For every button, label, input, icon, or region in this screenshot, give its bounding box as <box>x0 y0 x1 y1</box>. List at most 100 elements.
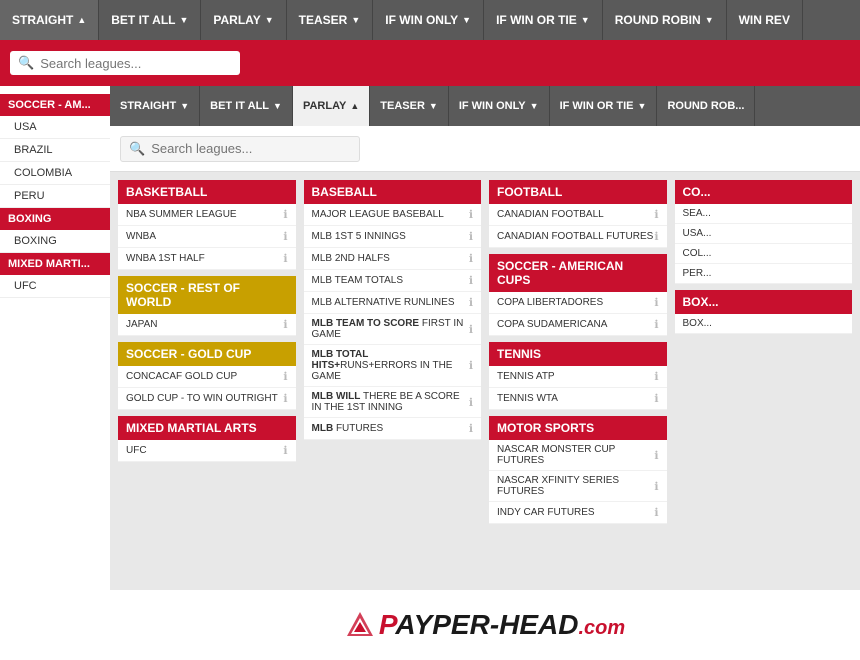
list-item[interactable]: CONCACAF GOLD CUP ℹ <box>118 366 296 388</box>
nav-straight[interactable]: STRAIGHT ▲ <box>0 0 99 40</box>
list-item[interactable]: MLB ALTERNATIVE RUNLINES ℹ <box>304 292 482 314</box>
overlay-nav-round-robin[interactable]: ROUND ROB... <box>657 86 755 126</box>
info-icon: ℹ <box>654 296 658 309</box>
overlay-nav-if-win-or-tie[interactable]: IF WIN OR TIE ▼ <box>550 86 658 126</box>
list-item[interactable]: MLB 2ND HALFS ℹ <box>304 248 482 270</box>
nav-if-win-only[interactable]: IF WIN ONLY ▼ <box>373 0 484 40</box>
info-icon: ℹ <box>469 274 473 287</box>
list-item[interactable]: MLB TOTAL HITS+RUNS+ERRORS IN THE GAME ℹ <box>304 345 482 387</box>
list-item[interactable]: GOLD CUP - TO WIN OUTRIGHT ℹ <box>118 388 296 410</box>
info-icon: ℹ <box>654 318 658 331</box>
info-icon: ℹ <box>469 296 473 309</box>
list-item[interactable]: INDY CAR FUTURES ℹ <box>489 502 667 524</box>
list-item[interactable]: USA... <box>675 224 853 244</box>
nav-round-robin[interactable]: ROUND ROBIN ▼ <box>603 0 727 40</box>
list-item[interactable]: COPA SUDAMERICANA ℹ <box>489 314 667 336</box>
category-boxing-overlay: BOX... <box>675 290 853 314</box>
sidebar-section-soccer-am: SOCCER - AM... <box>0 94 120 116</box>
list-item[interactable]: NASCAR MONSTER CUP FUTURES ℹ <box>489 440 667 471</box>
list-item[interactable]: COPA LIBERTADORES ℹ <box>489 292 667 314</box>
category-soccer-american-cups: SOCCER - AMERICAN CUPS <box>489 254 667 292</box>
sidebar-item-peru[interactable]: PERU <box>0 185 120 208</box>
mma-list: UFC ℹ <box>118 440 296 462</box>
chevron-icon: ▼ <box>180 101 189 111</box>
chevron-icon: ▼ <box>581 15 590 25</box>
nav-bet-it-all-label: BET IT ALL <box>111 13 175 27</box>
sidebar-item-ufc[interactable]: UFC <box>0 275 120 298</box>
info-icon: ℹ <box>469 323 473 336</box>
overlay-col-4: CO... SEA... USA... COL... PER... BOX...… <box>671 176 857 534</box>
logo-text: PAYPER-HEAD.com <box>379 609 625 641</box>
nav-if-win-only-label: IF WIN ONLY <box>385 13 458 27</box>
list-item[interactable]: BOX... <box>675 314 853 334</box>
overlay-nav-parlay[interactable]: PARLAY ▲ <box>293 86 370 126</box>
sidebar-item-colombia[interactable]: COLOMBIA <box>0 162 120 185</box>
list-item[interactable]: TENNIS ATP ℹ <box>489 366 667 388</box>
sidebar-section-mma: MIXED MARTI... <box>0 253 120 275</box>
top-nav-bar: STRAIGHT ▲ BET IT ALL ▼ PARLAY ▼ TEASER … <box>0 0 860 40</box>
category-football-overlay: FOOTBALL <box>489 180 667 204</box>
motor-sports-list: NASCAR MONSTER CUP FUTURES ℹ NASCAR XFIN… <box>489 440 667 524</box>
sidebar-item-boxing[interactable]: BOXING <box>0 230 120 253</box>
logo-main-text: AYPER-HEAD <box>395 609 578 640</box>
nav-win-rev-label: WIN REV <box>739 13 790 27</box>
list-item[interactable]: UFC ℹ <box>118 440 296 462</box>
logo-suffix: .com <box>578 617 625 639</box>
overlay-nav-teaser[interactable]: TEASER ▼ <box>370 86 449 126</box>
list-item[interactable]: COL... <box>675 244 853 264</box>
overlay-nav-bet-it-all-label: BET IT ALL <box>210 100 269 112</box>
list-item[interactable]: NBA SUMMER LEAGUE ℹ <box>118 204 296 226</box>
info-icon: ℹ <box>654 392 658 405</box>
sidebar-item-usa[interactable]: USA <box>0 116 120 139</box>
list-item[interactable]: MLB 1ST 5 INNINGS ℹ <box>304 226 482 248</box>
list-item[interactable]: SEA... <box>675 204 853 224</box>
nav-round-robin-label: ROUND ROBIN <box>615 13 701 27</box>
nav-parlay-label: PARLAY <box>213 13 260 27</box>
search-input-outer[interactable] <box>40 56 232 71</box>
college-football-list-overlay: SEA... USA... COL... PER... <box>675 204 853 284</box>
overlay-nav-bet-it-all[interactable]: BET IT ALL ▼ <box>200 86 293 126</box>
category-mma: MIXED MARTIAL ARTS <box>118 416 296 440</box>
list-item[interactable]: MLB TEAM TOTALS ℹ <box>304 270 482 292</box>
list-item[interactable]: MLB TEAM TO SCORE FIRST IN GAME ℹ <box>304 314 482 345</box>
nav-if-win-or-tie[interactable]: IF WIN OR TIE ▼ <box>484 0 603 40</box>
list-item[interactable]: MLB WILL THERE BE A SCORE IN THE 1ST INN… <box>304 387 482 418</box>
info-icon: ℹ <box>283 444 287 457</box>
list-item[interactable]: CANADIAN FOOTBALL FUTURES ℹ <box>489 226 667 248</box>
overlay-search-input[interactable] <box>151 141 351 156</box>
nav-parlay[interactable]: PARLAY ▼ <box>201 0 286 40</box>
category-baseball-overlay: BASEBALL <box>304 180 482 204</box>
list-item[interactable]: PER... <box>675 264 853 284</box>
main-content: SOCCER - AM... USA BRAZIL COLOMBIA PERU … <box>0 86 860 660</box>
info-icon: ℹ <box>654 208 658 221</box>
soccer-row-list: JAPAN ℹ <box>118 314 296 336</box>
overlay-nav-if-win-only[interactable]: IF WIN ONLY ▼ <box>449 86 550 126</box>
sidebar-item-brazil[interactable]: BRAZIL <box>0 139 120 162</box>
nav-teaser[interactable]: TEASER ▼ <box>287 0 374 40</box>
overlay-nav-straight[interactable]: STRAIGHT ▼ <box>110 86 200 126</box>
overlay-nav: STRAIGHT ▼ BET IT ALL ▼ PARLAY ▲ TEASER … <box>110 86 860 126</box>
nav-win-rev[interactable]: WIN REV <box>727 0 803 40</box>
info-icon: ℹ <box>654 230 658 243</box>
search-bar-outer: 🔍 <box>0 40 860 86</box>
list-item[interactable]: JAPAN ℹ <box>118 314 296 336</box>
info-icon: ℹ <box>469 252 473 265</box>
overlay-nav-parlay-label: PARLAY <box>303 100 346 112</box>
list-item[interactable]: NASCAR XFINITY SERIES FUTURES ℹ <box>489 471 667 502</box>
list-item[interactable]: CANADIAN FOOTBALL ℹ <box>489 204 667 226</box>
list-item[interactable]: WNBA ℹ <box>118 226 296 248</box>
soccer-gold-cup-list: CONCACAF GOLD CUP ℹ GOLD CUP - TO WIN OU… <box>118 366 296 410</box>
info-icon: ℹ <box>469 396 473 409</box>
nav-teaser-label: TEASER <box>299 13 348 27</box>
list-item[interactable]: MLB FUTURES ℹ <box>304 418 482 440</box>
overlay-nav-if-win-only-label: IF WIN ONLY <box>459 100 526 112</box>
list-item[interactable]: MAJOR LEAGUE BASEBALL ℹ <box>304 204 482 226</box>
nav-bet-it-all[interactable]: BET IT ALL ▼ <box>99 0 201 40</box>
search-icon: 🔍 <box>18 55 34 71</box>
list-item[interactable]: TENNIS WTA ℹ <box>489 388 667 410</box>
boxing-list-overlay: BOX... <box>675 314 853 334</box>
category-soccer-rest-of-world: SOCCER - REST OF WORLD <box>118 276 296 314</box>
chevron-icon: ▼ <box>265 15 274 25</box>
list-item[interactable]: WNBA 1ST HALF ℹ <box>118 248 296 270</box>
search-wrap-outer: 🔍 <box>10 51 240 75</box>
